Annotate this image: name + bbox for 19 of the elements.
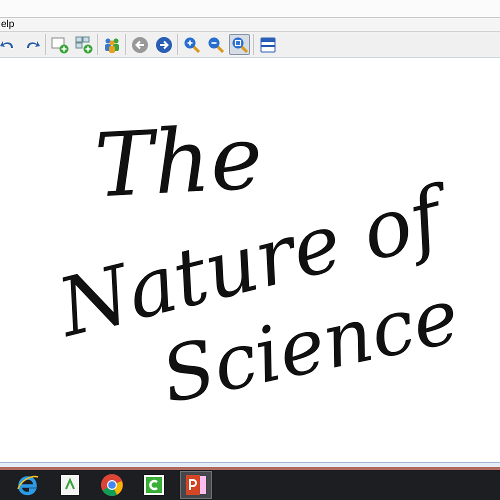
menu-item[interactable]: elp (0, 20, 16, 30)
document-icon (58, 473, 82, 497)
toolbar-button[interactable] (229, 34, 250, 55)
c-letter-icon (142, 473, 166, 497)
browser-icon (100, 473, 124, 497)
slides-icon (184, 473, 208, 497)
zoom-fit-icon (230, 36, 248, 54)
window-icon (258, 36, 276, 54)
zoom-out-icon (206, 36, 224, 54)
taskbar-button[interactable] (180, 471, 212, 499)
zoom-in-icon (182, 36, 200, 54)
add-page-icon (50, 36, 68, 54)
add-pages-icon (74, 36, 92, 54)
handwritten-text: The (92, 114, 265, 210)
browser-icon (16, 473, 40, 497)
users-icon (102, 36, 120, 54)
toolbar-button[interactable] (129, 34, 150, 55)
toolbar-button[interactable] (153, 34, 174, 55)
toolbar-button[interactable] (73, 34, 94, 55)
